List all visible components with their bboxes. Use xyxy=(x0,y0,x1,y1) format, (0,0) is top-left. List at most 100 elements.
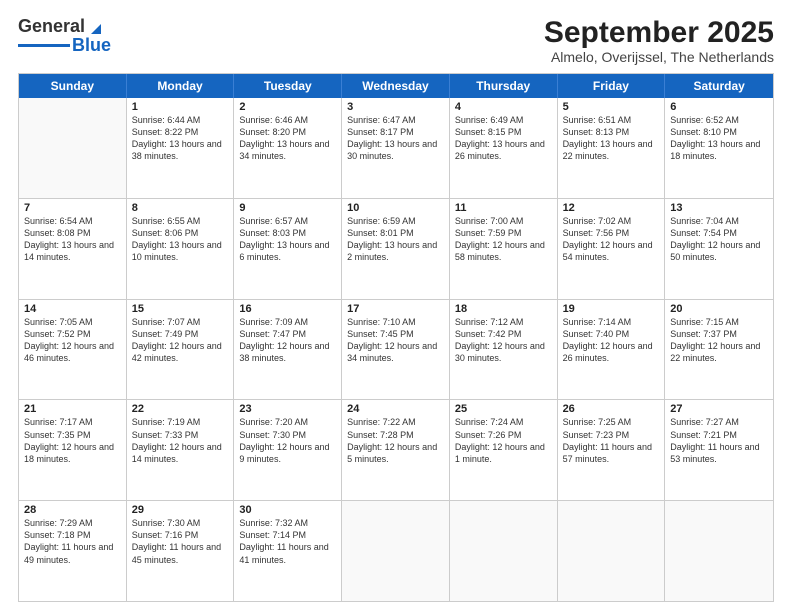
cell-info: Sunrise: 7:25 AMSunset: 7:23 PMDaylight:… xyxy=(563,416,660,465)
day-number: 21 xyxy=(24,403,121,415)
cal-cell-r0-c4: 4Sunrise: 6:49 AMSunset: 8:15 PMDaylight… xyxy=(450,98,558,198)
cell-info: Sunrise: 7:07 AMSunset: 7:49 PMDaylight:… xyxy=(132,316,229,365)
day-number: 5 xyxy=(563,101,660,113)
day-number: 24 xyxy=(347,403,444,415)
header-day-sunday: Sunday xyxy=(19,74,127,98)
day-number: 22 xyxy=(132,403,229,415)
cell-info: Sunrise: 6:51 AMSunset: 8:13 PMDaylight:… xyxy=(563,114,660,163)
header-day-tuesday: Tuesday xyxy=(234,74,342,98)
cell-info: Sunrise: 7:10 AMSunset: 7:45 PMDaylight:… xyxy=(347,316,444,365)
day-number: 7 xyxy=(24,202,121,214)
day-number: 10 xyxy=(347,202,444,214)
cell-info: Sunrise: 7:02 AMSunset: 7:56 PMDaylight:… xyxy=(563,215,660,264)
cal-cell-r1-c4: 11Sunrise: 7:00 AMSunset: 7:59 PMDayligh… xyxy=(450,199,558,299)
cell-info: Sunrise: 7:32 AMSunset: 7:14 PMDaylight:… xyxy=(239,517,336,566)
logo-arrow-icon xyxy=(87,18,105,36)
cal-cell-r4-c6 xyxy=(665,501,773,601)
header-day-monday: Monday xyxy=(127,74,235,98)
cell-info: Sunrise: 6:54 AMSunset: 8:08 PMDaylight:… xyxy=(24,215,121,264)
calendar: SundayMondayTuesdayWednesdayThursdayFrid… xyxy=(18,73,774,602)
cal-cell-r1-c3: 10Sunrise: 6:59 AMSunset: 8:01 PMDayligh… xyxy=(342,199,450,299)
day-number: 29 xyxy=(132,504,229,516)
day-number: 15 xyxy=(132,303,229,315)
cal-cell-r0-c5: 5Sunrise: 6:51 AMSunset: 8:13 PMDaylight… xyxy=(558,98,666,198)
cal-cell-r3-c3: 24Sunrise: 7:22 AMSunset: 7:28 PMDayligh… xyxy=(342,400,450,500)
cal-cell-r3-c2: 23Sunrise: 7:20 AMSunset: 7:30 PMDayligh… xyxy=(234,400,342,500)
cal-cell-r1-c0: 7Sunrise: 6:54 AMSunset: 8:08 PMDaylight… xyxy=(19,199,127,299)
cell-info: Sunrise: 7:19 AMSunset: 7:33 PMDaylight:… xyxy=(132,416,229,465)
cal-cell-r0-c1: 1Sunrise: 6:44 AMSunset: 8:22 PMDaylight… xyxy=(127,98,235,198)
day-number: 8 xyxy=(132,202,229,214)
cal-row-3: 21Sunrise: 7:17 AMSunset: 7:35 PMDayligh… xyxy=(19,399,773,500)
title-block: September 2025 Almelo, Overijssel, The N… xyxy=(544,16,774,65)
day-number: 23 xyxy=(239,403,336,415)
day-number: 27 xyxy=(670,403,768,415)
cal-cell-r2-c5: 19Sunrise: 7:14 AMSunset: 7:40 PMDayligh… xyxy=(558,300,666,400)
cell-info: Sunrise: 6:49 AMSunset: 8:15 PMDaylight:… xyxy=(455,114,552,163)
cell-info: Sunrise: 6:44 AMSunset: 8:22 PMDaylight:… xyxy=(132,114,229,163)
cal-cell-r2-c1: 15Sunrise: 7:07 AMSunset: 7:49 PMDayligh… xyxy=(127,300,235,400)
day-number: 2 xyxy=(239,101,336,113)
cell-info: Sunrise: 7:30 AMSunset: 7:16 PMDaylight:… xyxy=(132,517,229,566)
cell-info: Sunrise: 7:05 AMSunset: 7:52 PMDaylight:… xyxy=(24,316,121,365)
calendar-header: SundayMondayTuesdayWednesdayThursdayFrid… xyxy=(19,74,773,98)
logo-blue: Blue xyxy=(72,35,111,56)
cal-cell-r4-c0: 28Sunrise: 7:29 AMSunset: 7:18 PMDayligh… xyxy=(19,501,127,601)
cal-cell-r2-c0: 14Sunrise: 7:05 AMSunset: 7:52 PMDayligh… xyxy=(19,300,127,400)
month-year: September 2025 xyxy=(544,16,774,49)
cell-info: Sunrise: 7:04 AMSunset: 7:54 PMDaylight:… xyxy=(670,215,768,264)
cal-row-4: 28Sunrise: 7:29 AMSunset: 7:18 PMDayligh… xyxy=(19,500,773,601)
cal-cell-r4-c4 xyxy=(450,501,558,601)
cell-info: Sunrise: 6:46 AMSunset: 8:20 PMDaylight:… xyxy=(239,114,336,163)
day-number: 1 xyxy=(132,101,229,113)
cell-info: Sunrise: 7:17 AMSunset: 7:35 PMDaylight:… xyxy=(24,416,121,465)
cal-row-1: 7Sunrise: 6:54 AMSunset: 8:08 PMDaylight… xyxy=(19,198,773,299)
logo-line xyxy=(18,44,70,47)
cal-cell-r2-c3: 17Sunrise: 7:10 AMSunset: 7:45 PMDayligh… xyxy=(342,300,450,400)
logo: General Blue xyxy=(18,16,111,56)
cell-info: Sunrise: 6:55 AMSunset: 8:06 PMDaylight:… xyxy=(132,215,229,264)
cal-cell-r1-c5: 12Sunrise: 7:02 AMSunset: 7:56 PMDayligh… xyxy=(558,199,666,299)
header-day-wednesday: Wednesday xyxy=(342,74,450,98)
day-number: 17 xyxy=(347,303,444,315)
day-number: 9 xyxy=(239,202,336,214)
cell-info: Sunrise: 6:47 AMSunset: 8:17 PMDaylight:… xyxy=(347,114,444,163)
cal-cell-r0-c2: 2Sunrise: 6:46 AMSunset: 8:20 PMDaylight… xyxy=(234,98,342,198)
day-number: 26 xyxy=(563,403,660,415)
cell-info: Sunrise: 6:59 AMSunset: 8:01 PMDaylight:… xyxy=(347,215,444,264)
day-number: 30 xyxy=(239,504,336,516)
day-number: 13 xyxy=(670,202,768,214)
header-day-saturday: Saturday xyxy=(665,74,773,98)
cal-cell-r4-c3 xyxy=(342,501,450,601)
header-day-thursday: Thursday xyxy=(450,74,558,98)
location: Almelo, Overijssel, The Netherlands xyxy=(544,49,774,65)
cal-cell-r3-c0: 21Sunrise: 7:17 AMSunset: 7:35 PMDayligh… xyxy=(19,400,127,500)
calendar-body: 1Sunrise: 6:44 AMSunset: 8:22 PMDaylight… xyxy=(19,98,773,601)
page-header: General Blue September 2025 Almelo, Over… xyxy=(18,16,774,65)
header-day-friday: Friday xyxy=(558,74,666,98)
day-number: 4 xyxy=(455,101,552,113)
day-number: 28 xyxy=(24,504,121,516)
cell-info: Sunrise: 6:52 AMSunset: 8:10 PMDaylight:… xyxy=(670,114,768,163)
day-number: 11 xyxy=(455,202,552,214)
cell-info: Sunrise: 7:24 AMSunset: 7:26 PMDaylight:… xyxy=(455,416,552,465)
cal-cell-r3-c5: 26Sunrise: 7:25 AMSunset: 7:23 PMDayligh… xyxy=(558,400,666,500)
logo-general: General xyxy=(18,16,85,37)
cal-cell-r0-c0 xyxy=(19,98,127,198)
cal-row-0: 1Sunrise: 6:44 AMSunset: 8:22 PMDaylight… xyxy=(19,98,773,198)
cal-cell-r3-c4: 25Sunrise: 7:24 AMSunset: 7:26 PMDayligh… xyxy=(450,400,558,500)
cell-info: Sunrise: 7:22 AMSunset: 7:28 PMDaylight:… xyxy=(347,416,444,465)
cell-info: Sunrise: 7:09 AMSunset: 7:47 PMDaylight:… xyxy=(239,316,336,365)
cal-cell-r2-c6: 20Sunrise: 7:15 AMSunset: 7:37 PMDayligh… xyxy=(665,300,773,400)
cal-cell-r2-c2: 16Sunrise: 7:09 AMSunset: 7:47 PMDayligh… xyxy=(234,300,342,400)
cell-info: Sunrise: 7:27 AMSunset: 7:21 PMDaylight:… xyxy=(670,416,768,465)
day-number: 6 xyxy=(670,101,768,113)
cal-cell-r3-c6: 27Sunrise: 7:27 AMSunset: 7:21 PMDayligh… xyxy=(665,400,773,500)
day-number: 16 xyxy=(239,303,336,315)
day-number: 18 xyxy=(455,303,552,315)
cal-cell-r1-c6: 13Sunrise: 7:04 AMSunset: 7:54 PMDayligh… xyxy=(665,199,773,299)
cal-cell-r3-c1: 22Sunrise: 7:19 AMSunset: 7:33 PMDayligh… xyxy=(127,400,235,500)
cell-info: Sunrise: 7:00 AMSunset: 7:59 PMDaylight:… xyxy=(455,215,552,264)
day-number: 12 xyxy=(563,202,660,214)
cell-info: Sunrise: 7:20 AMSunset: 7:30 PMDaylight:… xyxy=(239,416,336,465)
